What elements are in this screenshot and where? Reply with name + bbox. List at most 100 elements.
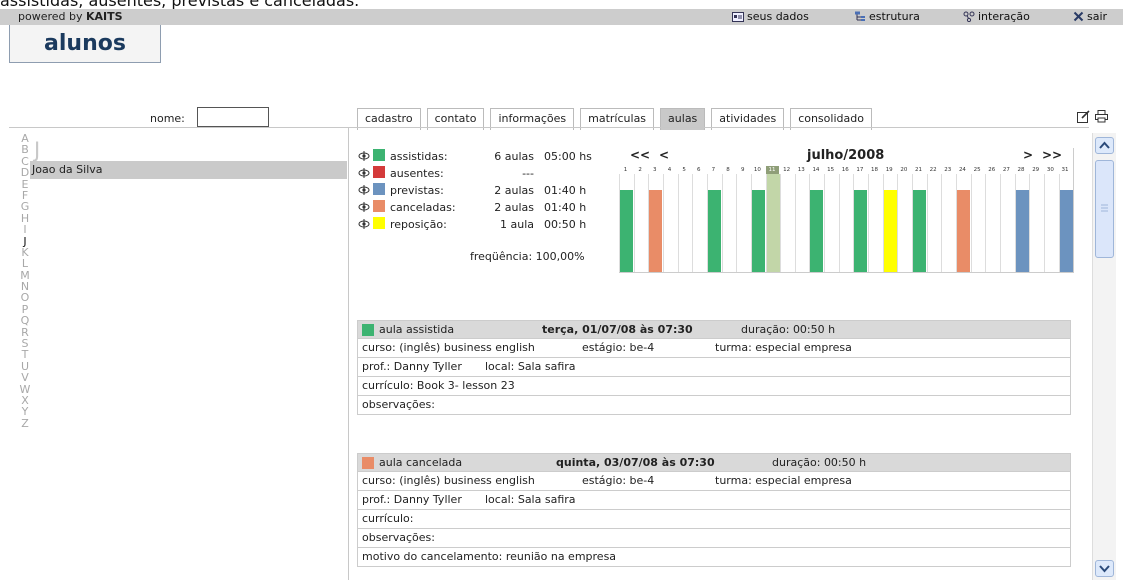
lesson-notes: observações: (358, 395, 1070, 414)
day-separator (736, 174, 738, 272)
scroll-down-button[interactable] (1095, 560, 1114, 577)
lesson-day-bar[interactable] (751, 190, 765, 272)
calendar-day[interactable]: 28 (1015, 166, 1028, 174)
status-swatch (362, 457, 374, 469)
lesson-day-bar[interactable] (707, 190, 721, 272)
lesson-day-bar[interactable] (649, 190, 663, 272)
summary-label: reposição: (390, 218, 447, 231)
next-month-button[interactable]: > (1023, 148, 1033, 162)
calendar-day[interactable]: 11 (765, 166, 779, 174)
calendar-day[interactable]: 14 (809, 166, 822, 174)
calendar-day[interactable]: 7 (707, 166, 720, 174)
alphabet-letter[interactable]: Q (18, 315, 32, 327)
calendar-day[interactable]: 30 (1044, 166, 1057, 174)
print-icon[interactable] (1095, 110, 1108, 123)
calendar-day[interactable]: 2 (634, 166, 647, 174)
lesson-day-bar[interactable] (883, 190, 897, 272)
alphabet-letter[interactable]: I (18, 224, 32, 236)
lesson-day-bar[interactable] (956, 190, 970, 272)
lesson-card: aula assistida terça, 01/07/08 às 07:30 … (357, 320, 1071, 415)
lesson-class: turma: especial empresa (715, 341, 852, 354)
calendar-day[interactable]: 29 (1029, 166, 1042, 174)
lesson-course: curso: (inglês) business english (362, 341, 535, 354)
nav-seus-dados[interactable]: seus dados (732, 10, 809, 23)
calendar-day[interactable]: 12 (780, 166, 793, 174)
lesson-day-bar[interactable] (854, 190, 868, 272)
chevron-down-icon (1099, 565, 1110, 573)
day-separator (692, 174, 694, 272)
eye-toggle-icon[interactable] (358, 185, 370, 195)
summary-swatch (373, 149, 385, 161)
calendar-day[interactable]: 31 (1059, 166, 1072, 174)
powered-by: powered by KAITS (18, 10, 123, 23)
summary-count: --- (522, 167, 534, 180)
calendar-day[interactable]: 8 (722, 166, 735, 174)
lesson-teacher-row: prof.: Danny Tyller local: Sala safira (358, 490, 1070, 509)
lesson-class: turma: especial empresa (715, 474, 852, 487)
alphabet-letter[interactable]: Z (18, 417, 32, 429)
prev-year-button[interactable]: << (630, 148, 650, 162)
lesson-teacher-row: prof.: Danny Tyller local: Sala safira (358, 357, 1070, 376)
lesson-day-bar[interactable] (913, 190, 926, 272)
prev-month-button[interactable]: < (659, 148, 669, 162)
calendar-day[interactable]: 4 (663, 166, 676, 174)
lesson-date: terça, 01/07/08 às 07:30 (542, 323, 693, 336)
calendar-day[interactable]: 5 (678, 166, 691, 174)
calendar-day[interactable]: 21 (912, 166, 925, 174)
calendar-day[interactable]: 23 (941, 166, 954, 174)
calendar-day[interactable]: 1 (619, 166, 632, 174)
eye-toggle-icon[interactable] (358, 168, 370, 178)
eye-toggle-icon[interactable] (358, 219, 370, 229)
lesson-day-bar[interactable] (766, 174, 780, 272)
lesson-duration: duração: 00:50 h (772, 456, 867, 469)
calendar-day[interactable]: 16 (839, 166, 852, 174)
calendar-day[interactable]: 17 (853, 166, 866, 174)
summary-time: 01:40 h (544, 201, 587, 214)
calendar-day[interactable]: 9 (736, 166, 749, 174)
calendar-day[interactable]: 18 (868, 166, 881, 174)
lesson-teacher: prof.: Danny Tyller (362, 493, 462, 506)
day-separator (897, 174, 899, 272)
lesson-day-bar[interactable] (810, 190, 824, 272)
nav-estrutura[interactable]: estrutura (854, 10, 920, 23)
lesson-duration: duração: 00:50 h (741, 323, 836, 336)
edit-icon[interactable] (1077, 110, 1090, 123)
calendar-day[interactable]: 15 (824, 166, 837, 174)
calendar-day[interactable]: 10 (751, 166, 764, 174)
summary-swatch (373, 217, 385, 229)
day-separator (633, 174, 635, 272)
eye-toggle-icon[interactable] (358, 151, 370, 161)
scroll-up-button[interactable] (1095, 137, 1114, 154)
calendar-day[interactable]: 24 (956, 166, 969, 174)
vertical-scrollbar[interactable] (1092, 133, 1116, 580)
day-separator (999, 174, 1001, 272)
alphabet-letter[interactable]: V (18, 372, 32, 384)
calendar-day[interactable]: 19 (883, 166, 896, 174)
lesson-day-bar[interactable] (1015, 190, 1029, 272)
nav-label: interação (978, 10, 1030, 23)
calendar-day[interactable]: 25 (971, 166, 984, 174)
lesson-day-bar[interactable] (1059, 190, 1073, 272)
brand-name: KAITS (86, 10, 123, 23)
day-separator (794, 174, 796, 272)
nav-sair[interactable]: sair (1073, 10, 1107, 23)
calendar-day[interactable]: 3 (648, 166, 661, 174)
lesson-day-bar[interactable] (620, 190, 633, 272)
name-search-input[interactable] (197, 107, 269, 127)
summary-count: 6 aulas (494, 150, 534, 163)
eye-toggle-icon[interactable] (358, 202, 370, 212)
calendar-day[interactable]: 26 (985, 166, 998, 174)
calendar-day[interactable]: 27 (1000, 166, 1013, 174)
nav-interacao[interactable]: interação (963, 10, 1030, 23)
id-card-icon (732, 11, 744, 22)
calendar-day[interactable]: 20 (897, 166, 910, 174)
next-year-button[interactable]: >> (1042, 148, 1062, 162)
scroll-thumb[interactable] (1095, 160, 1114, 258)
calendar-day[interactable]: 6 (692, 166, 705, 174)
calendar-day[interactable]: 13 (795, 166, 808, 174)
calendar-day[interactable]: 22 (927, 166, 940, 174)
alphabet-letter[interactable]: L (18, 258, 32, 270)
group-letter: J (34, 138, 41, 162)
student-list-item[interactable]: Joao da Silva (30, 161, 347, 179)
day-separator (838, 174, 840, 272)
